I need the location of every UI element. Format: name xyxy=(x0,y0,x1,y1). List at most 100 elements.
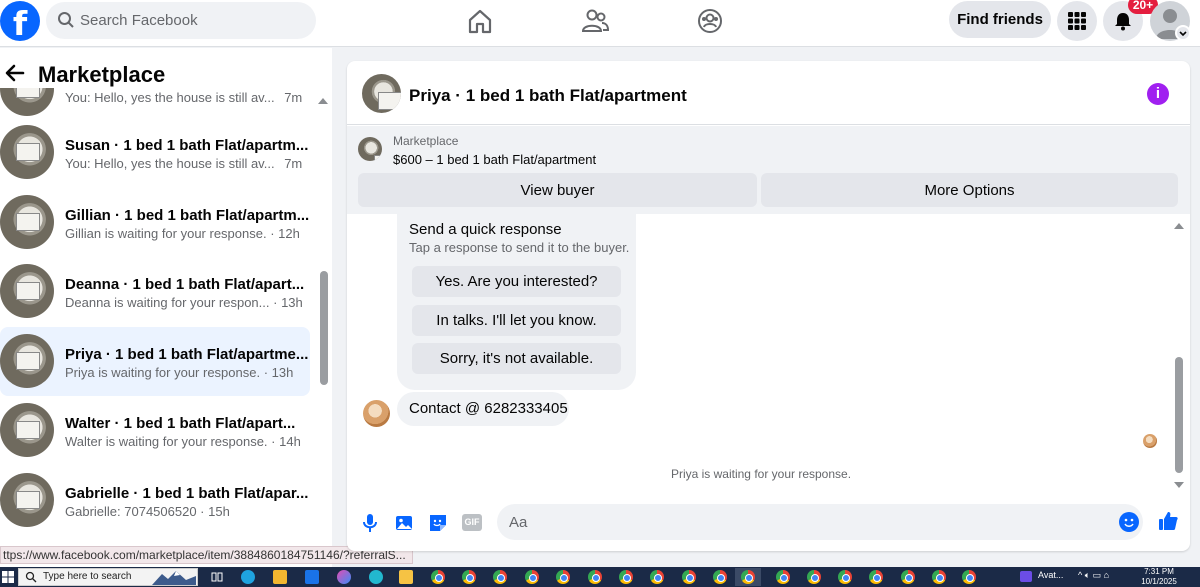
chrome-icon[interactable] xyxy=(932,570,946,584)
conversation-item[interactable]: Susan · 1 bed 1 bath Flat/apartm... You:… xyxy=(0,118,310,188)
canva-icon[interactable] xyxy=(369,570,383,584)
chat-listing-thumbnail[interactable] xyxy=(362,74,401,113)
search-icon xyxy=(25,571,37,583)
menu-grid-icon xyxy=(1068,12,1086,30)
emoji-icon[interactable] xyxy=(1119,512,1139,532)
message-input[interactable] xyxy=(509,504,1109,540)
chrome-icon-active[interactable] xyxy=(741,570,755,584)
bell-icon xyxy=(1115,13,1131,31)
sidebar-header: Marketplace xyxy=(0,48,332,88)
conversation-preview: Deanna is waiting for your respon... · 1… xyxy=(65,295,303,310)
listing-thumbnail xyxy=(0,333,54,388)
photo-icon[interactable] xyxy=(393,512,415,534)
listing-thumbnail xyxy=(0,194,54,249)
friends-icon[interactable] xyxy=(580,6,610,36)
chrome-icon[interactable] xyxy=(588,570,602,584)
chat-title[interactable]: Priya · 1 bed 1 bath Flat/apartment xyxy=(409,86,687,106)
quick-response-title: Send a quick response xyxy=(409,221,562,238)
mail-icon[interactable] xyxy=(305,570,319,584)
quick-response-button[interactable]: Sorry, it's not available. xyxy=(412,343,621,374)
conversation-preview: Walter is waiting for your response. · 1… xyxy=(65,434,301,449)
conversation-item[interactable]: Walter · 1 bed 1 bath Flat/apart... Walt… xyxy=(0,396,310,466)
search-icon xyxy=(58,12,74,28)
listing-price[interactable]: $600 – 1 bed 1 bath Flat/apartment xyxy=(393,152,596,167)
chrome-icon[interactable] xyxy=(838,570,852,584)
quick-response-card: Send a quick response Tap a response to … xyxy=(397,214,636,390)
conversation-item-active[interactable]: Priya · 1 bed 1 bath Flat/apartme... Pri… xyxy=(0,326,310,396)
message-thread: Send a quick response Tap a response to … xyxy=(347,214,1190,499)
gif-icon[interactable]: GIF xyxy=(462,514,482,531)
chrome-icon[interactable] xyxy=(462,570,476,584)
waiting-status-text: Priya is waiting for your response. xyxy=(670,467,852,481)
conversation-item[interactable]: You: Hello, yes the house is still av...… xyxy=(0,62,310,118)
store-icon[interactable] xyxy=(273,570,287,584)
chevron-down-icon xyxy=(1179,31,1187,37)
edge-icon[interactable] xyxy=(241,570,255,584)
search-input[interactable] xyxy=(80,2,300,39)
taskbar-search-box[interactable]: Type here to search xyxy=(18,568,198,586)
clock-date: 10/1/2025 xyxy=(1141,577,1177,586)
listing-thumbnail xyxy=(0,125,54,179)
microphone-icon[interactable] xyxy=(359,512,381,534)
listing-small-thumbnail[interactable] xyxy=(358,137,382,161)
conversation-list: You: Hello, yes the house is still av...… xyxy=(0,62,316,536)
file-explorer-icon[interactable] xyxy=(399,570,413,584)
back-arrow-icon[interactable] xyxy=(4,62,26,84)
chrome-icon[interactable] xyxy=(869,570,883,584)
message-input-box[interactable] xyxy=(497,504,1143,540)
chrome-icon[interactable] xyxy=(493,570,507,584)
buyer-avatar[interactable] xyxy=(363,400,390,427)
chrome-icon[interactable] xyxy=(650,570,664,584)
info-icon[interactable]: i xyxy=(1147,83,1169,105)
conversation-preview: Gillian is waiting for your response. · … xyxy=(65,225,300,241)
conversation-item[interactable]: Deanna · 1 bed 1 bath Flat/apart... Dean… xyxy=(0,257,310,327)
windows-start-icon[interactable] xyxy=(2,571,14,583)
message-composer: GIF xyxy=(347,499,1190,551)
sidebar-scrollbar[interactable] xyxy=(320,271,328,385)
quick-response-button[interactable]: Yes. Are you interested? xyxy=(412,266,621,297)
conversation-title: Gabrielle · 1 bed 1 bath Flat/apar... xyxy=(65,484,309,502)
chat-header: Priya · 1 bed 1 bath Flat/apartment i xyxy=(347,61,1190,125)
conversation-item[interactable]: Gillian · 1 bed 1 bath Flat/apartm... Gi… xyxy=(0,188,310,258)
taskbar-clock[interactable]: 7:31 PM 10/1/2025 xyxy=(1140,567,1178,587)
menu-button[interactable] xyxy=(1057,1,1097,41)
chrome-icon[interactable] xyxy=(619,570,633,584)
quick-response-button[interactable]: In talks. I'll let you know. xyxy=(412,305,621,336)
marketplace-sidebar: You: Hello, yes the house is still av...… xyxy=(0,48,332,567)
chrome-icon[interactable] xyxy=(807,570,821,584)
more-options-button[interactable]: More Options xyxy=(761,173,1178,207)
task-view-icon[interactable] xyxy=(211,571,223,583)
chrome-icon[interactable] xyxy=(431,570,445,584)
copilot-icon[interactable] xyxy=(337,570,351,584)
chrome-icon[interactable] xyxy=(962,570,976,584)
chrome-icon[interactable] xyxy=(901,570,915,584)
avatar-app-icon[interactable] xyxy=(1020,571,1032,582)
windows-taskbar: Type here to search Avat... ^ 🔈︎ ▭ ⌂ 7:3… xyxy=(0,567,1200,587)
chrome-icon[interactable] xyxy=(682,570,696,584)
scroll-up-arrow[interactable] xyxy=(1174,223,1184,229)
conversation-preview: Gabrielle: 7074506520 · 15h xyxy=(65,503,230,519)
home-icon[interactable] xyxy=(465,6,495,36)
account-menu-caret[interactable] xyxy=(1175,25,1191,41)
search-box[interactable] xyxy=(46,2,316,39)
conversation-title: Gillian · 1 bed 1 bath Flat/apartm... xyxy=(65,206,310,224)
conversation-preview: You: Hello, yes the house is still av...… xyxy=(65,90,303,105)
groups-icon[interactable] xyxy=(695,6,725,36)
chrome-icon[interactable] xyxy=(556,570,570,584)
view-buyer-button[interactable]: View buyer xyxy=(358,173,757,207)
sticker-icon[interactable] xyxy=(427,512,449,534)
chrome-icon[interactable] xyxy=(776,570,790,584)
conversation-title: Deanna · 1 bed 1 bath Flat/apart... xyxy=(65,276,305,293)
tray-app-label[interactable]: Avat... xyxy=(1038,570,1063,580)
thumbs-up-icon[interactable] xyxy=(1157,510,1179,532)
find-friends-button[interactable]: Find friends xyxy=(949,1,1051,38)
scroll-down-arrow[interactable] xyxy=(1174,482,1184,488)
facebook-logo[interactable]: f xyxy=(0,1,40,41)
tray-icons[interactable]: ^ 🔈︎ ▭ ⌂ xyxy=(1078,570,1109,581)
conversation-item[interactable]: Gabrielle · 1 bed 1 bath Flat/apar... Ga… xyxy=(0,466,310,536)
scroll-up-arrow[interactable] xyxy=(318,98,328,104)
chrome-icon[interactable] xyxy=(525,570,539,584)
chrome-icon[interactable] xyxy=(713,570,727,584)
chat-scrollbar[interactable] xyxy=(1175,357,1183,473)
listing-thumbnail xyxy=(0,403,54,457)
